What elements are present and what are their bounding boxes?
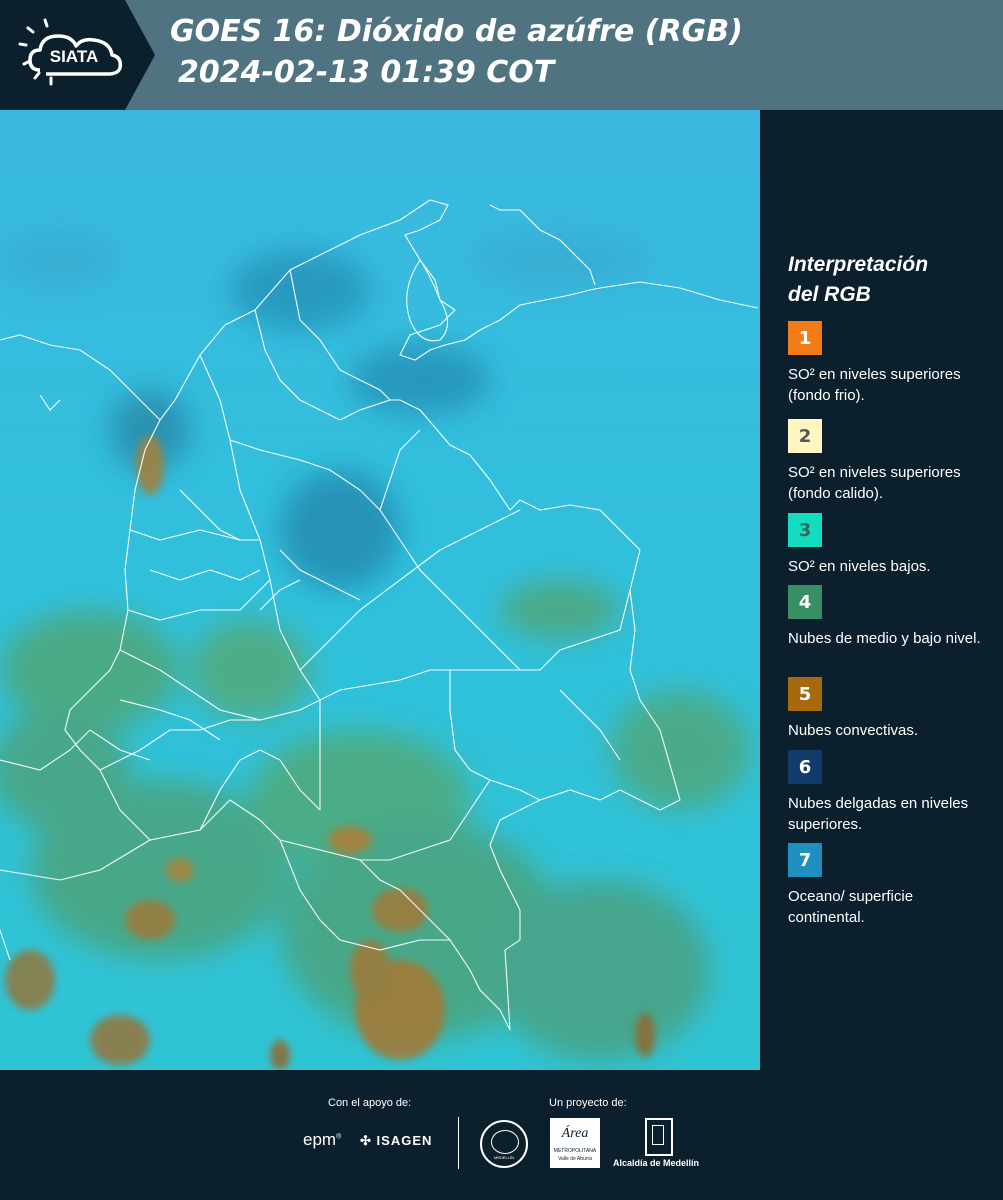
legend-swatch: 2 <box>788 419 822 453</box>
legend-swatch: 1 <box>788 321 822 355</box>
logo-text: SIATA <box>50 47 98 66</box>
legend-item-7: 7 Oceano/ superficie continental. <box>788 843 988 928</box>
legend-swatch: 7 <box>788 843 822 877</box>
seal-text: MEDELLÍN <box>493 1155 514 1160</box>
legend-item-text: SO² en niveles bajos. <box>788 558 931 575</box>
legend-item-6: 6 Nubes delgadas en niveles superiores. <box>788 750 988 835</box>
siata-logo: SIATA <box>0 0 155 110</box>
legend-swatch: 5 <box>788 677 822 711</box>
area-logo-subtext-2: Valle de Aburrá <box>558 1156 592 1162</box>
isagen-icon: ✣ <box>360 1133 372 1148</box>
page-subtitle-datetime: 2024-02-13 01:39 COT <box>178 55 555 90</box>
footer: Con el apoyo de: Un proyecto de: epm® ✣ … <box>0 1070 1003 1200</box>
legend-item-text: Nubes de medio y bajo nivel. <box>788 630 981 647</box>
legend-item-4: 4 Nubes de medio y bajo nivel. <box>788 585 988 649</box>
isagen-logo-text: ISAGEN <box>376 1133 433 1148</box>
legend-item-text: SO² en niveles superiores (fondo calido)… <box>788 464 961 502</box>
medellin-seal-logo: MEDELLÍN <box>480 1120 528 1168</box>
legend-item-1: 1 SO² en niveles superiores (fondo frio)… <box>788 321 988 406</box>
legend-item-2: 2 SO² en niveles superiores (fondo calid… <box>788 419 988 504</box>
footer-divider <box>458 1117 459 1169</box>
legend-title: Interpretación del RGB <box>788 250 988 310</box>
support-label: Con el apoyo de: <box>328 1097 412 1109</box>
legend-item-text: Nubes convectivas. <box>788 722 919 739</box>
alcaldia-logo-text: Alcaldía de Medellín <box>613 1158 700 1168</box>
header-bar: SIATA GOES 16: Dióxido de azúfre (RGB) 2… <box>0 0 1003 110</box>
area-logo-text: Área <box>561 1126 589 1141</box>
epm-logo: epm® <box>303 1130 342 1149</box>
legend-swatch: 3 <box>788 513 822 547</box>
area-metropolitana-logo: Área METROPOLITANA Valle de Aburrá <box>550 1118 600 1168</box>
legend-swatch: 4 <box>788 585 822 619</box>
legend-item-5: 5 Nubes convectivas. <box>788 677 988 741</box>
satellite-image <box>0 110 760 1070</box>
legend-swatch: 6 <box>788 750 822 784</box>
legend-item-text: Oceano/ superficie continental. <box>788 888 914 926</box>
alcaldia-shield-icon <box>645 1118 673 1156</box>
legend-title-line1: Interpretación <box>788 253 929 276</box>
legend-item-3: 3 SO² en niveles bajos. <box>788 513 988 577</box>
epm-logo-text: epm <box>303 1130 337 1149</box>
area-logo-subtext-1: METROPOLITANA <box>553 1148 597 1154</box>
legend-panel: Interpretación del RGB 1 SO² en niveles … <box>760 110 1003 1070</box>
satellite-map <box>0 110 761 1070</box>
page-title: GOES 16: Dióxido de azúfre (RGB) <box>170 14 743 49</box>
legend-item-text: Nubes delgadas en niveles superiores. <box>788 795 969 833</box>
isagen-logo: ✣ ISAGEN <box>360 1133 432 1149</box>
project-label: Un proyecto de: <box>549 1097 627 1109</box>
legend-item-text: SO² en niveles superiores (fondo frio). <box>788 366 961 404</box>
legend-title-line2: del RGB <box>788 283 871 306</box>
